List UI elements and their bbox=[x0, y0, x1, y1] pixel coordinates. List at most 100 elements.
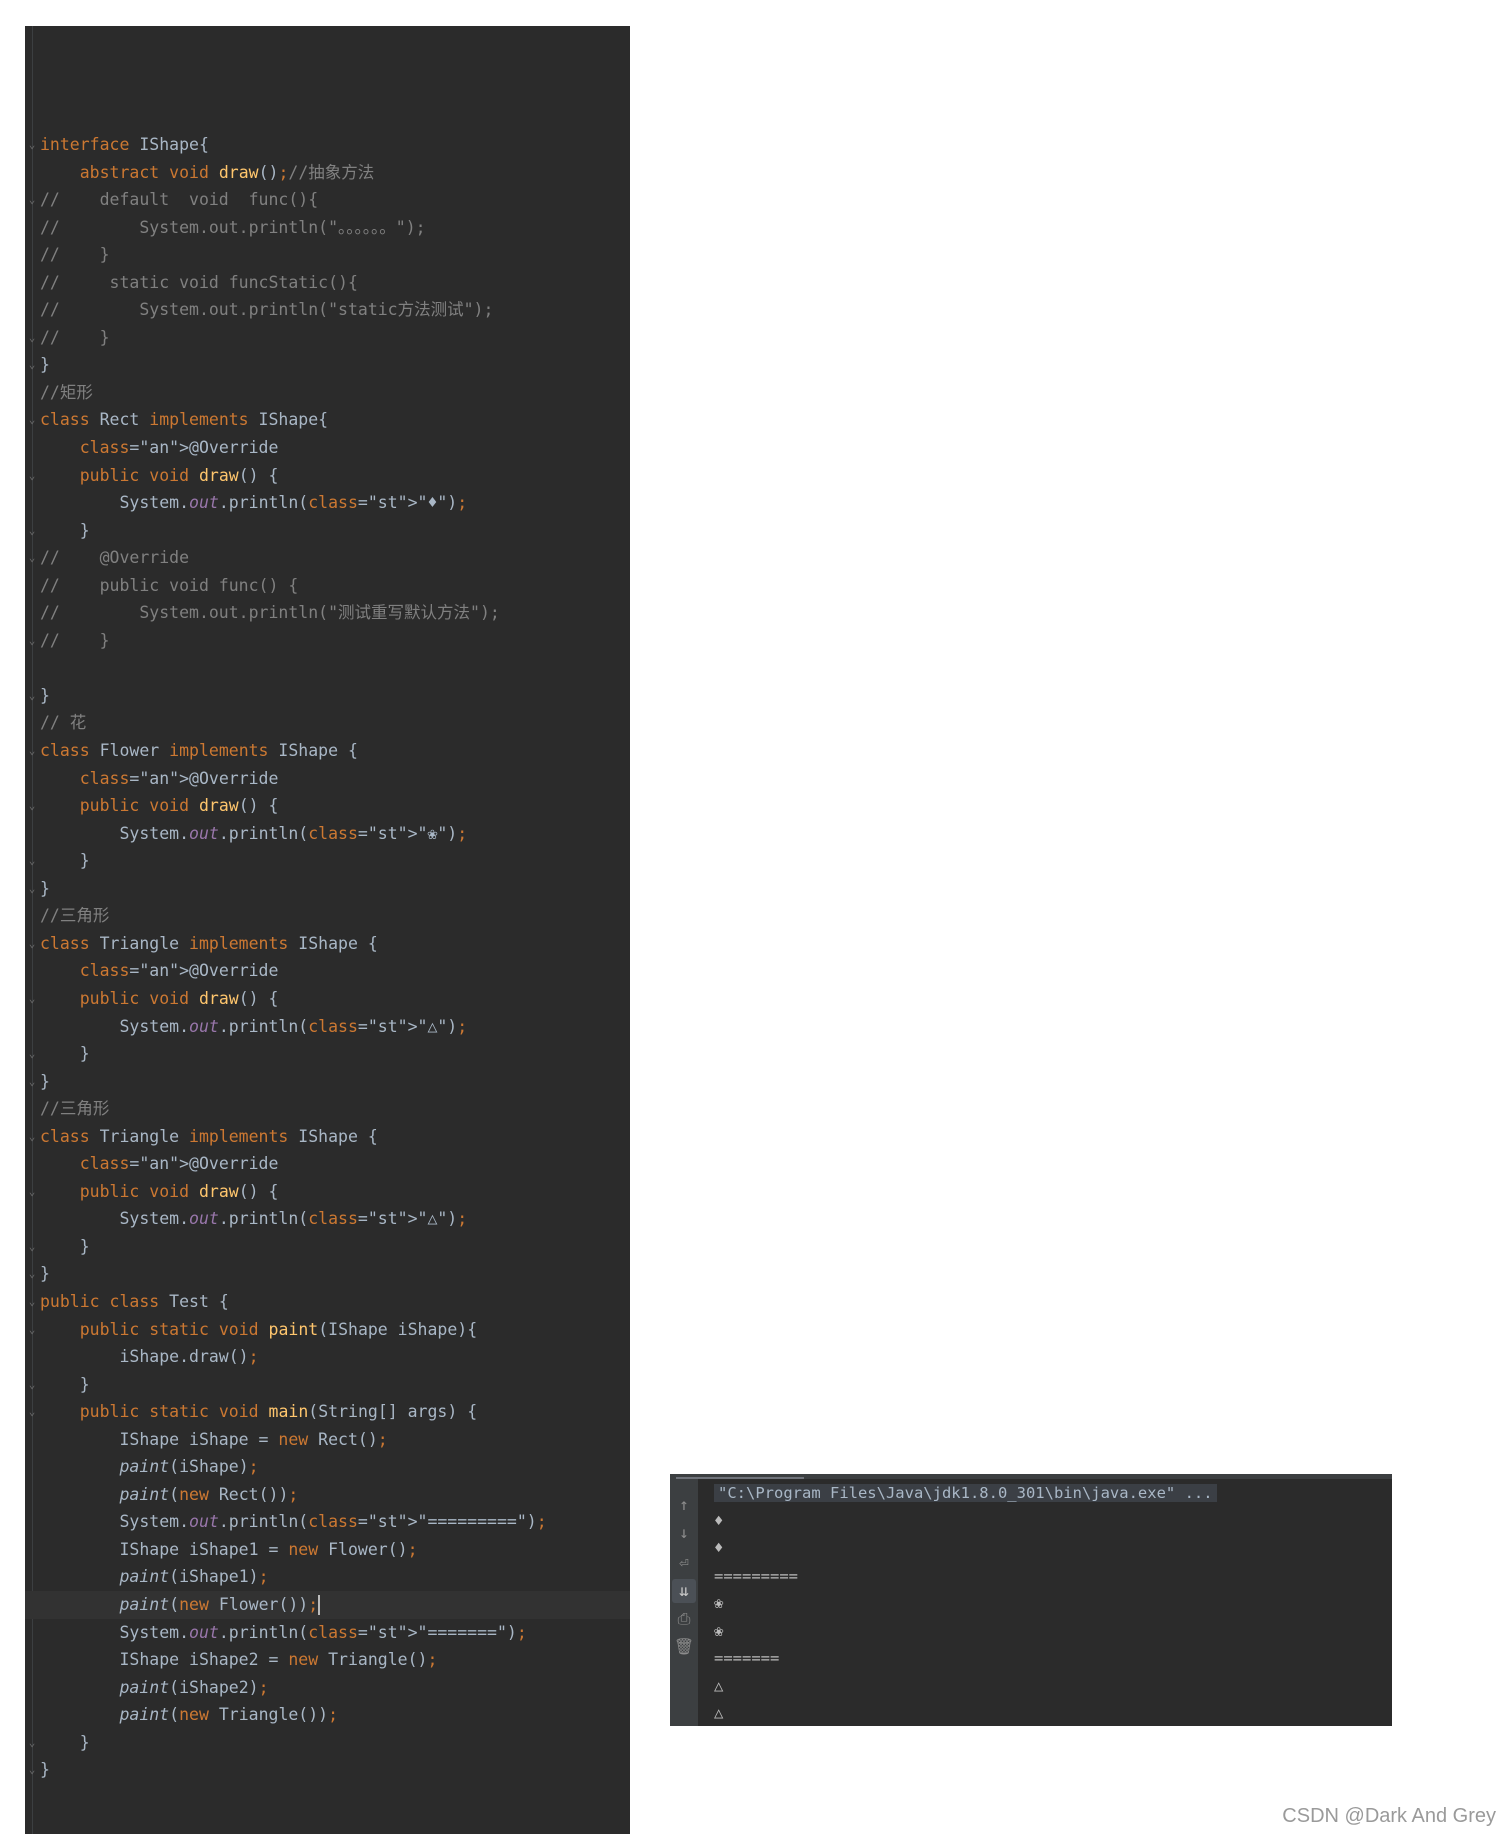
fold-marker-icon[interactable]: ⌄ bbox=[25, 351, 39, 379]
code-line[interactable]: ⌄ class Rect implements IShape{ bbox=[25, 406, 630, 434]
fold-marker-icon[interactable] bbox=[25, 241, 39, 269]
code-line[interactable]: // public void func() { bbox=[25, 572, 630, 600]
code-line[interactable]: class="an">@Override bbox=[25, 1150, 630, 1178]
fold-marker-icon[interactable]: ⌄ bbox=[25, 406, 39, 434]
fold-marker-icon[interactable]: ⌄ bbox=[25, 682, 39, 710]
code-line[interactable]: // static void funcStatic(){ bbox=[25, 269, 630, 297]
fold-marker-icon[interactable]: ⌄ bbox=[25, 1288, 39, 1316]
code-line[interactable]: ⌄// @Override bbox=[25, 544, 630, 572]
fold-marker-icon[interactable] bbox=[25, 1481, 39, 1509]
code-line[interactable]: ⌄ } bbox=[25, 847, 630, 875]
code-editor[interactable]: ⌄ interface IShape{ abstract void draw();… bbox=[25, 26, 630, 1834]
code-line[interactable]: ⌄ public void draw() { bbox=[25, 985, 630, 1013]
code-line[interactable]: ⌄} bbox=[25, 875, 630, 903]
code-line[interactable]: ⌄// } bbox=[25, 627, 630, 655]
fold-marker-icon[interactable]: ⌄ bbox=[25, 544, 39, 572]
fold-marker-icon[interactable]: ⌄ bbox=[25, 1040, 39, 1068]
code-line[interactable]: System.out.println(class="st">"♦"); bbox=[25, 489, 630, 517]
fold-marker-icon[interactable] bbox=[25, 489, 39, 517]
code-line[interactable]: System.out.println(class="st">"△"); bbox=[25, 1013, 630, 1041]
fold-marker-icon[interactable]: ⌄ bbox=[25, 1123, 39, 1151]
fold-marker-icon[interactable] bbox=[25, 1426, 39, 1454]
code-line[interactable]: paint(new Triangle()); bbox=[25, 1701, 630, 1729]
code-line[interactable]: System.out.println(class="st">"❀"); bbox=[25, 820, 630, 848]
code-line[interactable]: // System.out.println("static方法测试"); bbox=[25, 296, 630, 324]
fold-marker-icon[interactable]: ⌄ bbox=[25, 737, 39, 765]
code-line[interactable]: ⌄ class Triangle implements IShape { bbox=[25, 1123, 630, 1151]
code-line[interactable]: ⌄} bbox=[25, 1756, 630, 1784]
code-line[interactable]: System.out.println(class="st">"=========… bbox=[25, 1508, 630, 1536]
code-line[interactable]: ⌄ public void draw() { bbox=[25, 1178, 630, 1206]
fold-marker-icon[interactable] bbox=[25, 1508, 39, 1536]
fold-marker-icon[interactable]: ⌄ bbox=[25, 1371, 39, 1399]
fold-marker-icon[interactable] bbox=[25, 1591, 39, 1619]
console-output[interactable]: "C:\Program Files\Java\jdk1.8.0_301\bin\… bbox=[714, 1480, 1392, 1726]
code-line[interactable]: ⌄ public void draw() { bbox=[25, 792, 630, 820]
code-line[interactable]: class="an">@Override bbox=[25, 957, 630, 985]
code-line[interactable]: ⌄ public void draw() { bbox=[25, 462, 630, 490]
fold-marker-icon[interactable]: ⌄ bbox=[25, 847, 39, 875]
fold-marker-icon[interactable]: ⌄ bbox=[25, 1729, 39, 1757]
fold-marker-icon[interactable]: ⌄ bbox=[25, 792, 39, 820]
fold-marker-icon[interactable]: ⌄ bbox=[25, 462, 39, 490]
code-line[interactable]: ⌄ public static void paint(IShape iShape… bbox=[25, 1316, 630, 1344]
code-line[interactable]: paint(iShape); bbox=[25, 1453, 630, 1481]
code-line[interactable]: ⌄ } bbox=[25, 1040, 630, 1068]
code-line[interactable]: //三角形 bbox=[25, 902, 630, 930]
code-line[interactable]: ⌄ public static void main(String[] args)… bbox=[25, 1398, 630, 1426]
code-line[interactable]: ⌄// default void func(){ bbox=[25, 186, 630, 214]
fold-marker-icon[interactable] bbox=[25, 1013, 39, 1041]
code-line[interactable]: // 花 bbox=[25, 709, 630, 737]
fold-marker-icon[interactable]: ⌄ bbox=[25, 875, 39, 903]
scroll-to-end-icon[interactable]: ⇊ bbox=[672, 1579, 696, 1603]
fold-marker-icon[interactable]: ⌄ bbox=[25, 1316, 39, 1344]
run-console[interactable]: ↑ ↓ ⏎ ⇊ ⎙ 🗑 "C:\Program Files\Java\jdk1.8.0_3… bbox=[670, 1474, 1392, 1726]
fold-marker-icon[interactable] bbox=[25, 1536, 39, 1564]
code-line[interactable]: class="an">@Override bbox=[25, 434, 630, 462]
fold-marker-icon[interactable] bbox=[25, 654, 39, 682]
fold-marker-icon[interactable]: ⌄ bbox=[25, 131, 39, 159]
fold-marker-icon[interactable]: ⌄ bbox=[25, 1398, 39, 1426]
fold-marker-icon[interactable] bbox=[25, 1646, 39, 1674]
code-line[interactable]: ⌄} bbox=[25, 682, 630, 710]
fold-marker-icon[interactable] bbox=[25, 1674, 39, 1702]
fold-marker-icon[interactable] bbox=[25, 957, 39, 985]
fold-marker-icon[interactable] bbox=[25, 434, 39, 462]
code-line[interactable]: paint(iShape1); bbox=[25, 1563, 630, 1591]
fold-marker-icon[interactable] bbox=[25, 1095, 39, 1123]
fold-marker-icon[interactable] bbox=[25, 572, 39, 600]
fold-marker-icon[interactable]: ⌄ bbox=[25, 186, 39, 214]
fold-marker-icon[interactable] bbox=[25, 269, 39, 297]
fold-marker-icon[interactable] bbox=[25, 1701, 39, 1729]
fold-marker-icon[interactable] bbox=[25, 379, 39, 407]
trash-icon[interactable]: 🗑 bbox=[672, 1635, 696, 1659]
fold-marker-icon[interactable] bbox=[25, 709, 39, 737]
fold-marker-icon[interactable] bbox=[25, 1563, 39, 1591]
code-line[interactable]: // System.out.println("测试重写默认方法"); bbox=[25, 599, 630, 627]
print-icon[interactable]: ⎙ bbox=[672, 1607, 696, 1631]
fold-marker-icon[interactable]: ⌄ bbox=[25, 1068, 39, 1096]
code-line[interactable]: ⌄ class Flower implements IShape { bbox=[25, 737, 630, 765]
code-line[interactable]: IShape iShape1 = new Flower(); bbox=[25, 1536, 630, 1564]
fold-marker-icon[interactable] bbox=[25, 765, 39, 793]
fold-marker-icon[interactable] bbox=[25, 902, 39, 930]
code-area[interactable]: ⌄ interface IShape{ abstract void draw();… bbox=[25, 131, 630, 1784]
fold-marker-icon[interactable]: ⌄ bbox=[25, 517, 39, 545]
code-line[interactable]: iShape.draw(); bbox=[25, 1343, 630, 1371]
code-line[interactable]: ⌄} bbox=[25, 351, 630, 379]
code-line[interactable]: System.out.println(class="st">"=======")… bbox=[25, 1619, 630, 1647]
code-line[interactable]: ⌄ public class Test { bbox=[25, 1288, 630, 1316]
code-line[interactable]: paint(new Flower()); bbox=[25, 1590, 630, 1619]
fold-marker-icon[interactable]: ⌄ bbox=[25, 985, 39, 1013]
code-line[interactable] bbox=[25, 654, 630, 682]
fold-marker-icon[interactable] bbox=[25, 1453, 39, 1481]
code-line[interactable]: System.out.println(class="st">"△"); bbox=[25, 1205, 630, 1233]
code-line[interactable]: abstract void draw();//抽象方法 bbox=[25, 159, 630, 187]
code-line[interactable]: ⌄ interface IShape{ bbox=[25, 131, 630, 159]
soft-wrap-icon[interactable]: ⏎ bbox=[672, 1551, 696, 1575]
code-line[interactable]: ⌄ } bbox=[25, 1729, 630, 1757]
fold-marker-icon[interactable]: ⌄ bbox=[25, 1756, 39, 1784]
code-line[interactable]: // } bbox=[25, 241, 630, 269]
fold-marker-icon[interactable] bbox=[25, 214, 39, 242]
fold-marker-icon[interactable]: ⌄ bbox=[25, 930, 39, 958]
